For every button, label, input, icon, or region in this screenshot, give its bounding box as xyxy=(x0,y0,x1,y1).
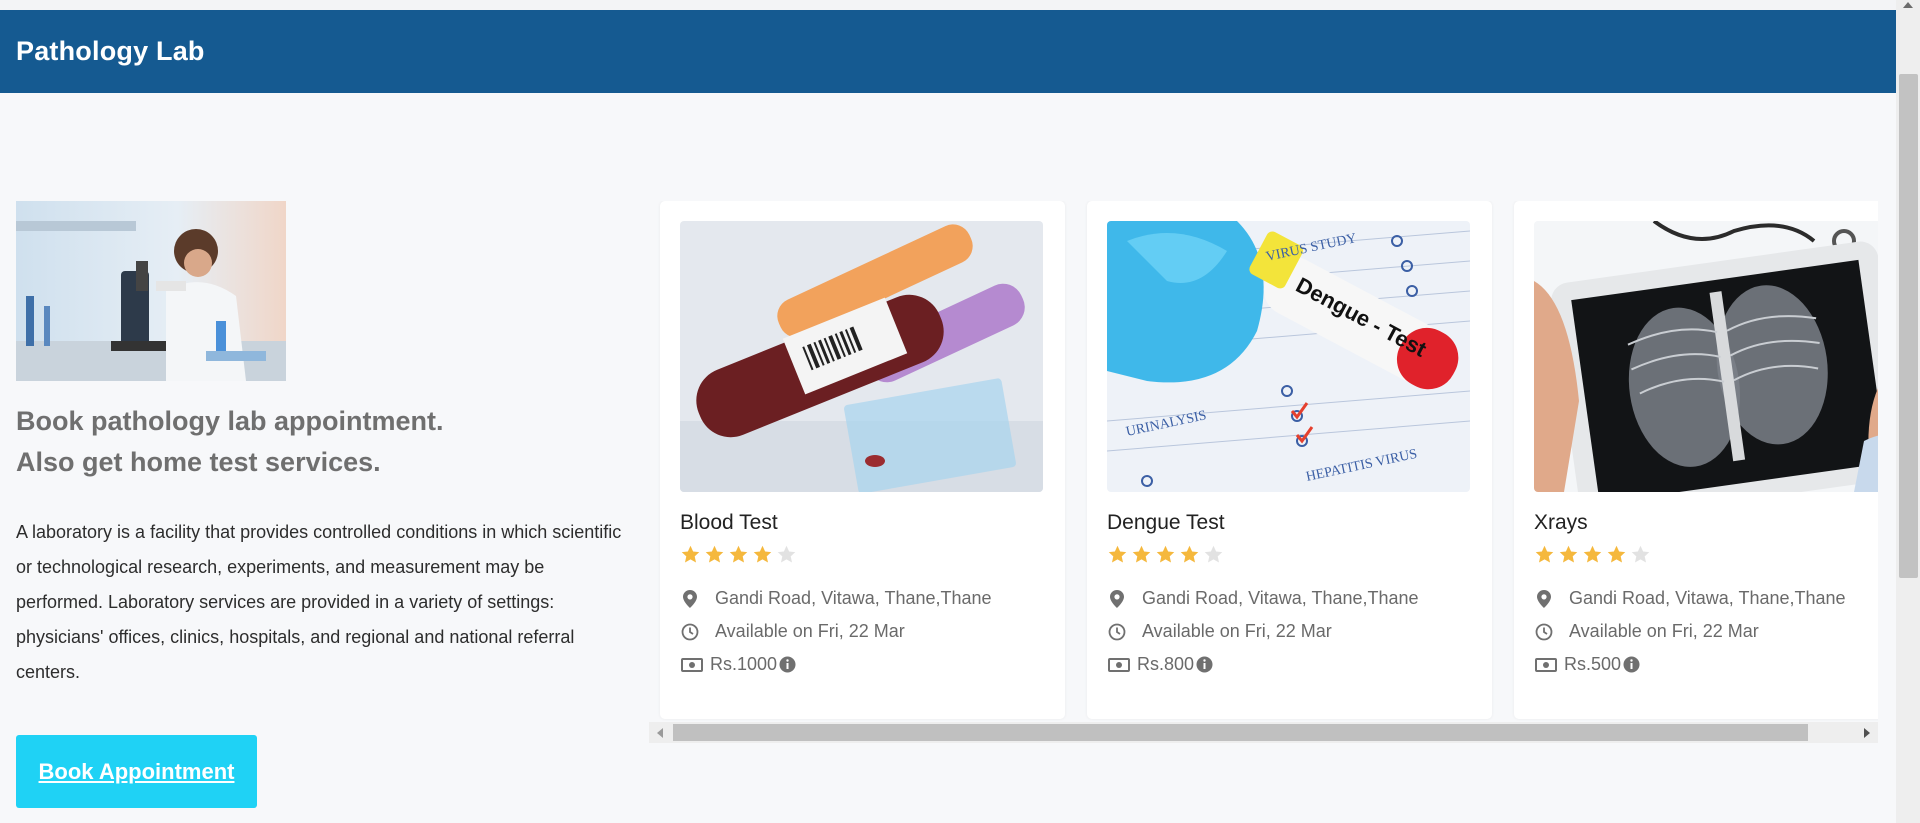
test-card-dengue[interactable]: Dengue - Test VIRUS STUDY URINALYSIS HEP… xyxy=(1087,201,1492,719)
availability-text: Available on Fri, 22 Mar xyxy=(715,621,905,641)
intro-section: Book pathology lab appointment. Also get… xyxy=(16,201,636,808)
star-icon xyxy=(1132,545,1151,563)
info-circle-icon[interactable] xyxy=(1196,656,1213,673)
dengue-test-image: Dengue - Test VIRUS STUDY URINALYSIS HEP… xyxy=(1107,221,1470,492)
address-row: Gandi Road, Vitawa, Thane,Thane xyxy=(680,588,992,609)
map-marker-icon xyxy=(680,589,700,609)
price-row: Rs.1000 xyxy=(680,654,796,675)
price-text: Rs.500 xyxy=(1564,654,1622,674)
test-card-blood[interactable]: Blood Test Gandi Road, Vitawa, Thane,Tha… xyxy=(660,201,1065,719)
star-icon xyxy=(1583,545,1602,563)
clock-icon xyxy=(680,622,700,642)
address-text: Gandi Road, Vitawa, Thane,Thane xyxy=(1569,588,1846,608)
money-icon xyxy=(680,655,704,675)
scroll-up-arrow-icon[interactable] xyxy=(1903,2,1913,8)
test-name[interactable]: Blood Test xyxy=(680,511,778,535)
navbar: Pathology Lab xyxy=(0,10,1896,93)
map-marker-icon xyxy=(1534,589,1554,609)
star-icon xyxy=(1535,545,1554,563)
rating-stars xyxy=(680,544,797,565)
headline-line-1: Book pathology lab appointment. xyxy=(16,406,444,436)
map-marker-icon xyxy=(1107,589,1127,609)
star-icon xyxy=(705,545,724,563)
address-text: Gandi Road, Vitawa, Thane,Thane xyxy=(715,588,992,608)
info-circle-icon[interactable] xyxy=(1623,656,1640,673)
price-text: Rs.800 xyxy=(1137,654,1195,674)
lab-scientist-image xyxy=(16,201,286,381)
address-row: Gandi Road, Vitawa, Thane,Thane xyxy=(1534,588,1846,609)
rating-stars xyxy=(1534,544,1651,565)
star-icon xyxy=(1607,545,1626,563)
vertical-scrollbar-thumb[interactable] xyxy=(1899,74,1918,578)
test-card-xrays[interactable]: Xrays Gandi Road, Vitawa, Thane,Thane Av… xyxy=(1514,201,1878,719)
star-icon xyxy=(753,545,772,563)
rating-stars xyxy=(1107,544,1224,565)
money-icon xyxy=(1107,655,1131,675)
clock-icon xyxy=(1107,622,1127,642)
intro-description: A laboratory is a facility that provides… xyxy=(16,522,622,682)
star-icon xyxy=(1559,545,1578,563)
page-top-strip xyxy=(0,0,1896,10)
carousel-horizontal-scrollbar[interactable] xyxy=(649,722,1878,743)
price-text: Rs.1000 xyxy=(710,654,778,674)
star-empty-icon xyxy=(1204,545,1223,563)
star-empty-icon xyxy=(777,545,796,563)
horizontal-scrollbar-thumb[interactable] xyxy=(673,724,1808,741)
book-appointment-button[interactable]: Book Appointment xyxy=(16,735,257,808)
availability-row: Available on Fri, 22 Mar xyxy=(680,621,905,642)
star-empty-icon xyxy=(1631,545,1650,563)
scroll-right-arrow-icon[interactable] xyxy=(1864,728,1870,738)
intro-headline: Book pathology lab appointment. Also get… xyxy=(16,401,636,483)
availability-text: Available on Fri, 22 Mar xyxy=(1142,621,1332,641)
clock-icon xyxy=(1534,622,1554,642)
info-circle-icon[interactable] xyxy=(779,656,796,673)
star-icon xyxy=(1108,545,1127,563)
tests-carousel[interactable]: Blood Test Gandi Road, Vitawa, Thane,Tha… xyxy=(647,201,1878,721)
xrays-image xyxy=(1534,221,1878,492)
vertical-scrollbar[interactable] xyxy=(1896,0,1920,823)
brand-title[interactable]: Pathology Lab xyxy=(16,36,205,67)
availability-row: Available on Fri, 22 Mar xyxy=(1107,621,1332,642)
address-text: Gandi Road, Vitawa, Thane,Thane xyxy=(1142,588,1419,608)
scroll-left-arrow-icon[interactable] xyxy=(657,728,663,738)
price-row: Rs.800 xyxy=(1107,654,1213,675)
star-icon xyxy=(729,545,748,563)
star-icon xyxy=(681,545,700,563)
availability-row: Available on Fri, 22 Mar xyxy=(1534,621,1759,642)
address-row: Gandi Road, Vitawa, Thane,Thane xyxy=(1107,588,1419,609)
star-icon xyxy=(1180,545,1199,563)
headline-line-2: Also get home test services. xyxy=(16,447,381,477)
money-icon xyxy=(1534,655,1558,675)
availability-text: Available on Fri, 22 Mar xyxy=(1569,621,1759,641)
test-name[interactable]: Dengue Test xyxy=(1107,511,1225,535)
star-icon xyxy=(1156,545,1175,563)
test-name[interactable]: Xrays xyxy=(1534,511,1588,535)
price-row: Rs.500 xyxy=(1534,654,1640,675)
blood-test-image xyxy=(680,221,1043,492)
